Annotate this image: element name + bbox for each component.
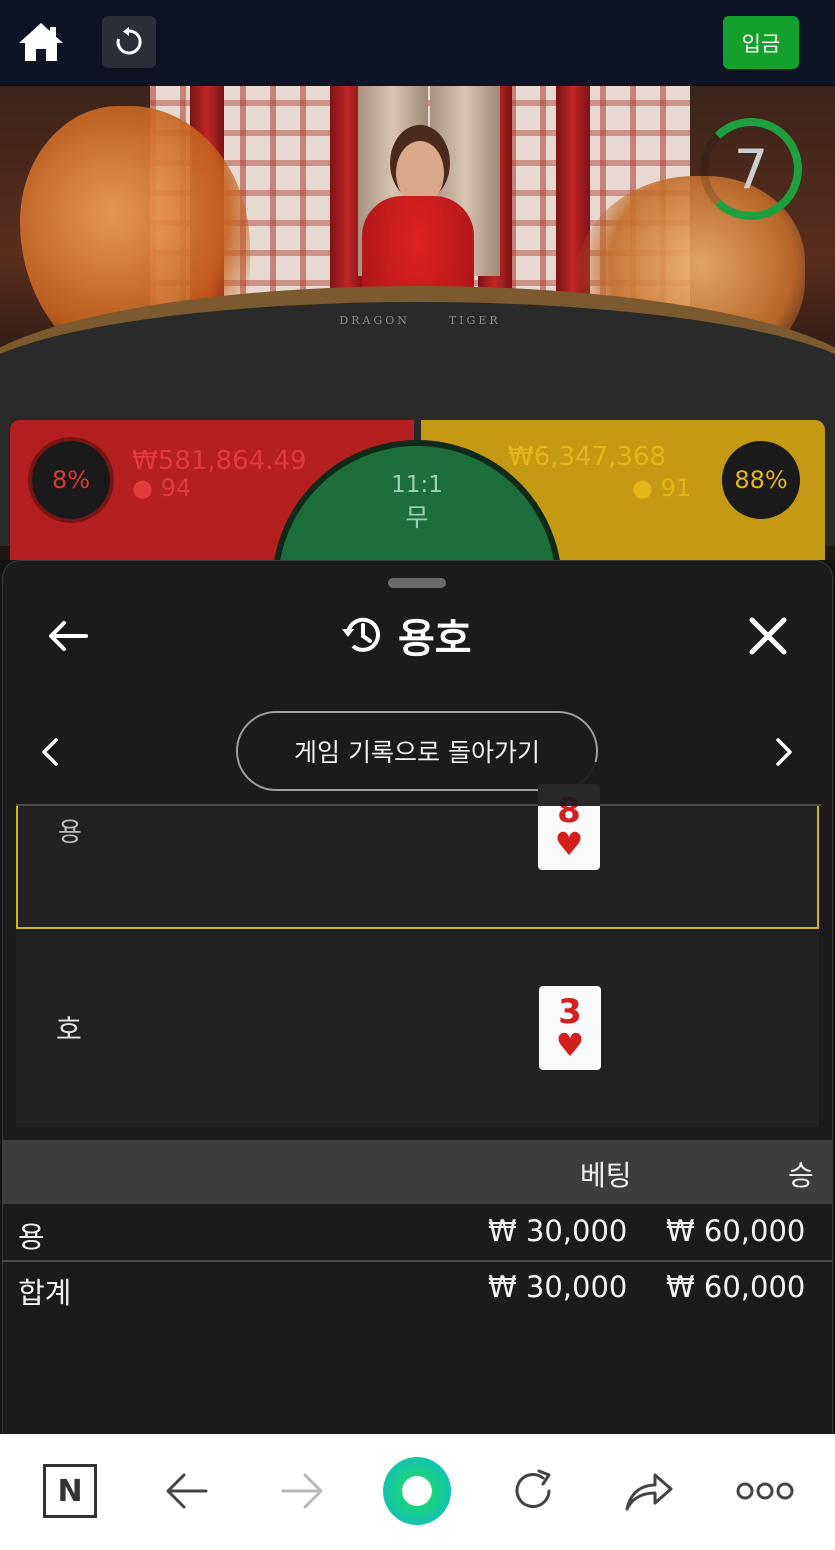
browser-forward-button[interactable] bbox=[267, 1456, 337, 1526]
total-bet: ₩ 30,000 bbox=[488, 1270, 628, 1304]
sheet-header: 용호 bbox=[340, 605, 520, 665]
sheet-title: 용호 bbox=[398, 616, 472, 662]
next-round-button[interactable] bbox=[764, 730, 804, 774]
total-row: 합계 ₩ 30,000 ₩ 60,000 bbox=[2, 1262, 833, 1318]
home-button[interactable] bbox=[14, 16, 68, 68]
dragon-players-value: 94 bbox=[160, 474, 192, 502]
tiger-result-row bbox=[16, 931, 819, 1127]
dragon-label: 용 bbox=[58, 818, 82, 848]
heart-suit-icon: ♥ bbox=[555, 1026, 585, 1064]
tiger-card: 3 ♥ bbox=[539, 986, 601, 1070]
person-icon: ● bbox=[632, 474, 653, 502]
sheet-drag-handle[interactable] bbox=[388, 578, 446, 588]
arrow-left-icon bbox=[49, 621, 88, 651]
naver-home-button[interactable]: N bbox=[35, 1456, 105, 1526]
person-icon: ● bbox=[132, 474, 153, 502]
history-icon bbox=[342, 617, 380, 652]
dragon-player-count: ● 94 bbox=[132, 474, 191, 502]
browser-back-button[interactable] bbox=[152, 1456, 222, 1526]
total-win: ₩ 60,000 bbox=[666, 1270, 806, 1304]
top-bar: 입금 bbox=[0, 0, 835, 86]
countdown-timer: 7 bbox=[700, 118, 802, 220]
heart-suit-icon: ♥ bbox=[554, 825, 584, 863]
card-rank: 3 bbox=[558, 992, 582, 1032]
forward-arrow-icon bbox=[281, 1473, 323, 1509]
tiger-players-value: 91 bbox=[660, 474, 692, 502]
home-icon bbox=[19, 23, 63, 61]
share-icon bbox=[625, 1473, 673, 1511]
result-row-bet: ₩ 30,000 bbox=[488, 1214, 628, 1248]
n-icon: N bbox=[43, 1464, 97, 1518]
more-button[interactable] bbox=[730, 1456, 800, 1526]
bet-column-header: 베팅 bbox=[580, 1159, 632, 1192]
reload-icon bbox=[116, 27, 142, 55]
chevron-right-icon bbox=[776, 738, 792, 766]
result-row-win: ₩ 60,000 bbox=[666, 1214, 806, 1248]
more-icon bbox=[736, 1482, 794, 1500]
browser-refresh-button[interactable] bbox=[498, 1456, 568, 1526]
result-row-label: 용 bbox=[18, 1220, 45, 1254]
close-icon bbox=[749, 617, 787, 655]
tiger-player-count: ● 91 bbox=[632, 474, 691, 502]
result-row: 용 ₩ 30,000 ₩ 60,000 bbox=[2, 1206, 833, 1262]
tiger-bet-total: ₩6,347,368 bbox=[508, 442, 667, 472]
table-logo: DRAGON TIGER bbox=[339, 314, 501, 327]
reload-button[interactable] bbox=[102, 16, 156, 68]
card-cover bbox=[538, 762, 600, 806]
dragon-result-row bbox=[16, 806, 819, 929]
dragon-percent: 8% bbox=[28, 437, 114, 523]
tiger-label: 호 bbox=[56, 1013, 82, 1046]
total-label: 합계 bbox=[18, 1276, 72, 1310]
refresh-icon bbox=[515, 1469, 551, 1508]
win-column-header: 승 bbox=[788, 1159, 814, 1192]
tie-label: 무 bbox=[405, 503, 429, 532]
dragon-bet-total: ₩581,864.49 bbox=[132, 446, 307, 476]
deposit-button[interactable]: 입금 bbox=[723, 16, 799, 69]
screen: 입금 DRAGON TIGER 7 8% 88% ₩581,864.49 ● 9… bbox=[0, 0, 835, 1550]
green-dot-button[interactable] bbox=[382, 1456, 452, 1526]
previous-round-button[interactable] bbox=[30, 730, 70, 774]
results-header: 베팅 승 bbox=[2, 1140, 833, 1204]
tiger-percent: 88% bbox=[718, 437, 804, 523]
share-button[interactable] bbox=[614, 1456, 684, 1526]
tie-odds: 11:1 bbox=[391, 472, 443, 498]
green-orb-icon bbox=[383, 1457, 451, 1525]
back-button[interactable] bbox=[42, 610, 94, 662]
chevron-left-icon bbox=[42, 738, 58, 766]
back-arrow-icon bbox=[166, 1473, 208, 1509]
close-button[interactable] bbox=[740, 608, 796, 664]
